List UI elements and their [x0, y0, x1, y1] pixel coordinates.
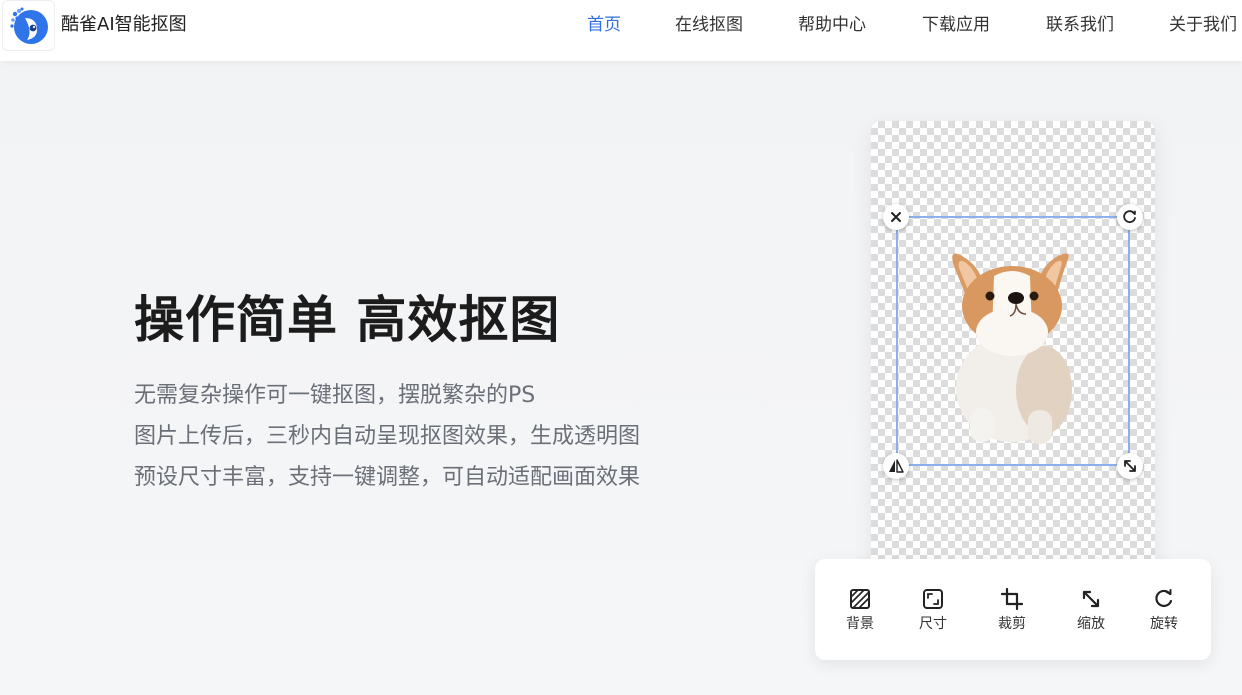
- nav-help-center[interactable]: 帮助中心: [798, 14, 866, 36]
- resize-handle[interactable]: [1117, 453, 1143, 479]
- hero-description-line: 预设尺寸丰富，支持一键调整，可自动适配画面效果: [134, 465, 641, 490]
- background-icon: [848, 587, 872, 611]
- tool-crop-button[interactable]: 裁剪: [987, 587, 1037, 639]
- selection-frame[interactable]: [896, 216, 1130, 466]
- tool-label: 裁剪: [998, 616, 1026, 632]
- main-nav: 首页 在线抠图 帮助中心 下载应用 联系我们 关于我们: [0, 14, 1242, 38]
- zoom-icon: [1079, 587, 1103, 611]
- resize-icon: [1124, 460, 1136, 472]
- tool-size-button[interactable]: 尺寸: [908, 587, 958, 639]
- flip-icon: [889, 459, 904, 473]
- tool-zoom-button[interactable]: 缩放: [1066, 587, 1116, 639]
- nav-home[interactable]: 首页: [587, 14, 621, 36]
- tool-label: 缩放: [1077, 616, 1105, 632]
- tool-rotate-button[interactable]: 旋转: [1139, 587, 1189, 639]
- tool-background-button[interactable]: 背景: [835, 587, 885, 639]
- rotate-handle[interactable]: [1117, 204, 1143, 230]
- rotate-icon: [1123, 210, 1136, 224]
- size-icon: [921, 587, 945, 611]
- close-handle[interactable]: [883, 204, 909, 230]
- tool-label: 背景: [846, 616, 874, 632]
- nav-download-app[interactable]: 下载应用: [922, 14, 990, 36]
- edit-toolbar: 背景 尺寸 裁剪 缩放 旋转: [815, 559, 1211, 660]
- flip-handle[interactable]: [883, 453, 909, 479]
- nav-online-cutout[interactable]: 在线抠图: [675, 14, 743, 36]
- hero-description-line: 图片上传后，三秒内自动呈现抠图效果，生成透明图: [134, 424, 641, 449]
- nav-about-us[interactable]: 关于我们: [1169, 14, 1237, 36]
- tool-label: 旋转: [1150, 616, 1178, 632]
- hero-headline: 操作简单 高效抠图: [134, 291, 561, 349]
- nav-contact-us[interactable]: 联系我们: [1046, 14, 1114, 36]
- top-header: 酷雀AI智能抠图 首页 在线抠图 帮助中心 下载应用 联系我们 关于我们: [0, 0, 1242, 61]
- rotate-icon: [1152, 587, 1176, 611]
- hero-description-line: 无需复杂操作可一键抠图，摆脱繁杂的PS: [134, 383, 536, 408]
- close-icon: [891, 212, 901, 222]
- tool-label: 尺寸: [919, 616, 947, 632]
- crop-icon: [1000, 587, 1024, 611]
